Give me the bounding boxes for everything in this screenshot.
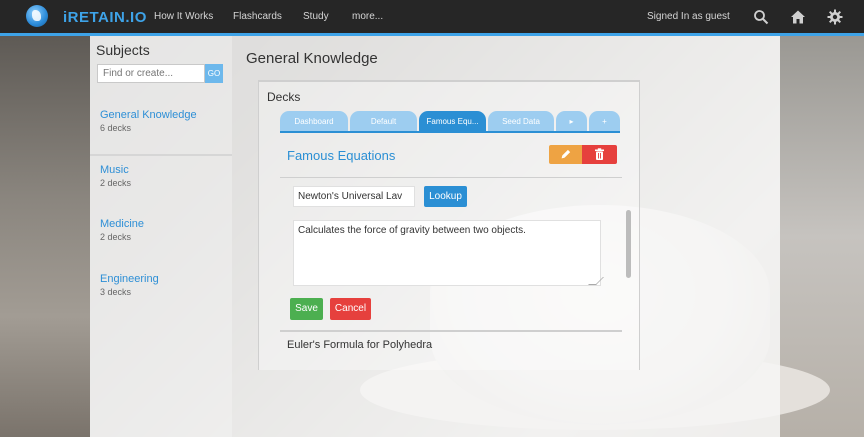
subject-name: Engineering <box>100 273 159 285</box>
sidebar-divider <box>90 154 232 156</box>
page-title: General Knowledge <box>246 50 378 67</box>
gear-icon[interactable] <box>827 9 843 25</box>
tab-next-arrow[interactable]: ▸ <box>556 111 587 132</box>
tab-default[interactable]: Default <box>350 111 417 132</box>
deck-name: Famous Equations <box>287 148 396 163</box>
tab-add[interactable]: + <box>589 111 620 132</box>
subjects-title: Subjects <box>96 42 150 58</box>
delete-deck-button[interactable] <box>582 145 617 164</box>
nav-more[interactable]: more... <box>352 11 383 22</box>
go-button[interactable]: GO <box>205 64 223 83</box>
card-front-input[interactable]: Newton's Universal Lav <box>293 186 415 207</box>
subject-deck-count: 2 decks <box>100 232 132 242</box>
edit-deck-button[interactable] <box>549 145 582 164</box>
lookup-button[interactable]: Lookup <box>424 186 467 207</box>
tab-dashboard[interactable]: Dashboard <box>280 111 348 132</box>
subject-search-input[interactable] <box>97 64 205 83</box>
cancel-button[interactable]: Cancel <box>330 298 371 320</box>
nav-flashcards[interactable]: Flashcards <box>233 11 282 22</box>
nav-study[interactable]: Study <box>303 11 329 22</box>
subject-name: Music <box>100 164 129 176</box>
signed-in-status: Signed In as guest <box>647 11 730 22</box>
subject-item-music[interactable]: Music 2 decks <box>100 164 131 188</box>
subject-item-engineering[interactable]: Engineering 3 decks <box>100 273 159 297</box>
subject-deck-count: 3 decks <box>100 287 132 297</box>
pencil-icon <box>561 149 571 159</box>
background-left <box>0 36 90 437</box>
subject-name: Medicine <box>100 218 145 230</box>
tab-seed-data[interactable]: Seed Data <box>488 111 554 132</box>
home-icon[interactable] <box>790 9 806 25</box>
nav-how-it-works[interactable]: How It Works <box>154 11 213 22</box>
logo-icon[interactable] <box>26 5 48 27</box>
trash-icon <box>595 148 604 160</box>
card-back-textarea[interactable]: Calculates the force of gravity between … <box>293 220 601 286</box>
subject-deck-count: 6 decks <box>100 123 132 133</box>
card-list-item[interactable]: Euler's Formula for Polyhedra <box>287 339 432 351</box>
subject-name: General Knowledge <box>100 109 197 121</box>
subject-item-medicine[interactable]: Medicine 2 decks <box>100 218 144 242</box>
subject-item-general-knowledge[interactable]: General Knowledge 6 decks <box>100 109 197 133</box>
subject-deck-count: 2 decks <box>100 178 132 188</box>
tabs-underline <box>280 131 620 133</box>
search-icon[interactable] <box>753 9 769 25</box>
tab-famous-equations[interactable]: Famous Equ... <box>419 111 486 132</box>
card-list-scroll-thumb[interactable] <box>626 210 631 278</box>
brand-name[interactable]: iRETAIN.IO <box>63 9 147 26</box>
save-button[interactable]: Save <box>290 298 323 320</box>
decks-label: Decks <box>267 90 301 104</box>
